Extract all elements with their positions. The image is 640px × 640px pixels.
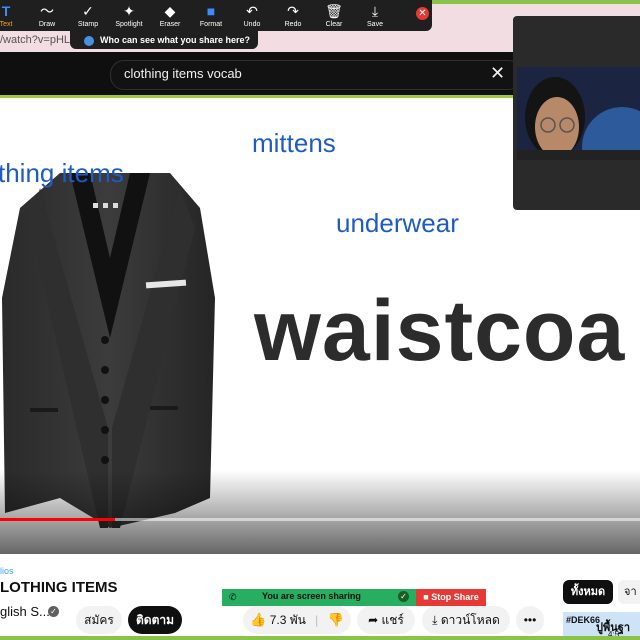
- videos-link[interactable]: lios: [0, 566, 14, 576]
- tool-label: Text: [0, 21, 13, 28]
- tool-stamp[interactable]: ✓ Stamp: [68, 0, 108, 31]
- tool-redo[interactable]: ↷ Redo: [273, 0, 313, 31]
- share-button[interactable]: ➦ แชร์: [357, 606, 415, 634]
- search-query[interactable]: clothing items vocab: [124, 66, 242, 81]
- webcam-video: [517, 67, 640, 160]
- tool-text[interactable]: T Text: [0, 0, 26, 31]
- share-label: แชร์: [381, 613, 404, 627]
- download-button[interactable]: ⤓ ดาวน์โหลด: [422, 606, 510, 634]
- subscribe-button[interactable]: ติดตาม: [128, 606, 182, 634]
- spotlight-icon: ✦: [123, 3, 135, 19]
- like-icon[interactable]: 👍: [250, 612, 266, 627]
- share-icon: ➦: [368, 613, 379, 627]
- verified-badge-icon: ✓: [48, 606, 59, 617]
- video-controls-gradient: [0, 470, 640, 554]
- tool-label: Stamp: [77, 21, 99, 28]
- chip-next[interactable]: จา: [618, 580, 640, 604]
- video-title: LOTHING ITEMS: [0, 579, 118, 596]
- tool-draw[interactable]: 〜 Draw: [27, 0, 67, 31]
- screen-sharing-label: You are screen sharing: [262, 591, 361, 601]
- text-icon: T: [1, 3, 11, 19]
- stamp-icon: ✓: [82, 3, 94, 19]
- share-tip-label: Who can see what you share here?: [100, 35, 251, 45]
- more-actions-button[interactable]: •••: [516, 606, 544, 634]
- stop-share-button[interactable]: ■ Stop Share: [416, 589, 486, 606]
- tool-label: Format: [199, 21, 223, 28]
- undo-icon: ↶: [246, 3, 258, 19]
- close-toolbar-icon[interactable]: ✕: [416, 7, 429, 20]
- vocab-word-clothing-items: thing items: [0, 158, 124, 188]
- vocab-word-mittens: mittens: [252, 128, 336, 158]
- tool-label: Draw: [38, 21, 56, 28]
- webcam-person-image: [517, 67, 640, 160]
- channel-name[interactable]: glish S...: [0, 604, 50, 619]
- thumbnail-tag: #DEK66: [566, 615, 601, 625]
- dislike-icon[interactable]: 👎: [328, 612, 344, 627]
- tool-label: Clear: [325, 21, 343, 28]
- vocab-word-waistcoat: waistcoa: [254, 283, 626, 379]
- vocab-word-underwear: underwear: [336, 208, 459, 238]
- clear-search-icon[interactable]: ✕: [490, 63, 505, 84]
- tool-save[interactable]: ⤓ Save: [355, 0, 395, 31]
- redo-icon: ↷: [287, 3, 299, 19]
- tool-label: Save: [367, 21, 383, 28]
- stop-square-icon: ■: [423, 592, 429, 602]
- trash-icon: 🗑: [325, 3, 343, 19]
- people-icon: [84, 35, 94, 46]
- join-button[interactable]: สมัคร: [76, 606, 122, 634]
- download-label: ดาวน์โหลด: [440, 613, 500, 627]
- share-visibility-tip[interactable]: Who can see what you share here?: [70, 31, 258, 49]
- shield-icon: ✓: [398, 591, 409, 602]
- divider: |: [315, 613, 319, 627]
- stop-share-label: Stop Share: [431, 592, 479, 602]
- tool-label: Eraser: [159, 21, 181, 28]
- chip-all[interactable]: ทั้งหมด: [563, 580, 613, 604]
- draw-icon: 〜: [40, 3, 54, 19]
- like-count: 7.3 พัน: [269, 613, 306, 627]
- download-icon: ⤓: [432, 613, 438, 627]
- tool-label: Undo: [243, 21, 261, 28]
- save-icon: ⤓: [371, 3, 379, 19]
- progress-bar-fill: [0, 518, 116, 521]
- tool-undo[interactable]: ↶ Undo: [232, 0, 272, 31]
- tool-spotlight[interactable]: ✦ Spotlight: [109, 0, 149, 31]
- tool-clear[interactable]: 🗑 Clear: [314, 0, 354, 31]
- format-icon: ■: [206, 3, 216, 19]
- phone-icon: ✆: [229, 592, 237, 602]
- green-border-bottom: [0, 636, 640, 640]
- tool-format[interactable]: ■ Format: [191, 0, 231, 31]
- tool-label: Redo: [284, 21, 302, 28]
- tool-eraser[interactable]: ◆ Eraser: [150, 0, 190, 31]
- tool-label: Spotlight: [115, 21, 143, 28]
- address-url[interactable]: /watch?v=pHLl: [0, 34, 72, 46]
- eraser-icon: ◆: [164, 3, 176, 19]
- like-dislike-group[interactable]: 👍 7.3 พัน | 👎: [243, 606, 351, 634]
